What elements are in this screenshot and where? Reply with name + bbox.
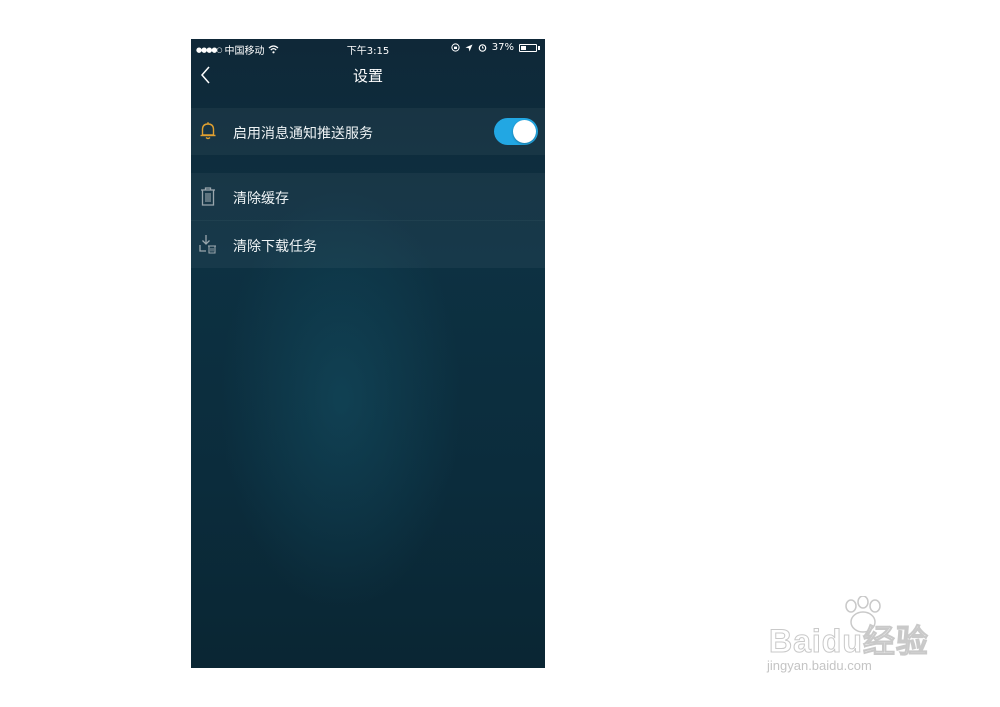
clear-downloads-label: 清除下载任务	[233, 239, 317, 255]
status-bar: ●●●●○ 中国移动 下午3:15 37%	[191, 39, 545, 57]
phone-screen: ●●●●○ 中国移动 下午3:15 37% 设置 启用消息通知推送服务 清除缓存…	[191, 39, 545, 668]
page-title: 设置	[352, 67, 383, 85]
watermark-logo-text: Baidu经验	[769, 623, 929, 660]
trash-icon	[201, 187, 215, 206]
location-icon	[465, 44, 473, 51]
push-notification-label: 启用消息通知推送服务	[233, 126, 373, 142]
navigation-bar: 设置	[191, 59, 545, 89]
watermark-url: jingyan.baidu.com	[767, 658, 872, 673]
orientation-lock-icon	[451, 43, 460, 52]
battery-tip	[538, 45, 540, 50]
download-trash-icon	[199, 235, 216, 254]
battery-icon	[519, 43, 537, 52]
bell-icon	[200, 122, 216, 140]
battery-percent: 37%	[491, 42, 514, 53]
toggle-knob	[513, 120, 536, 143]
clear-downloads-row[interactable]: 清除下载任务	[191, 221, 545, 268]
clear-cache-label: 清除缓存	[233, 191, 289, 207]
push-notification-toggle[interactable]	[494, 118, 538, 145]
alarm-icon	[478, 44, 487, 52]
baidu-watermark: Baidu经验 jingyan.baidu.com	[765, 596, 955, 686]
clear-cache-row[interactable]: 清除缓存	[191, 173, 545, 220]
push-notification-row: 启用消息通知推送服务	[191, 108, 545, 155]
